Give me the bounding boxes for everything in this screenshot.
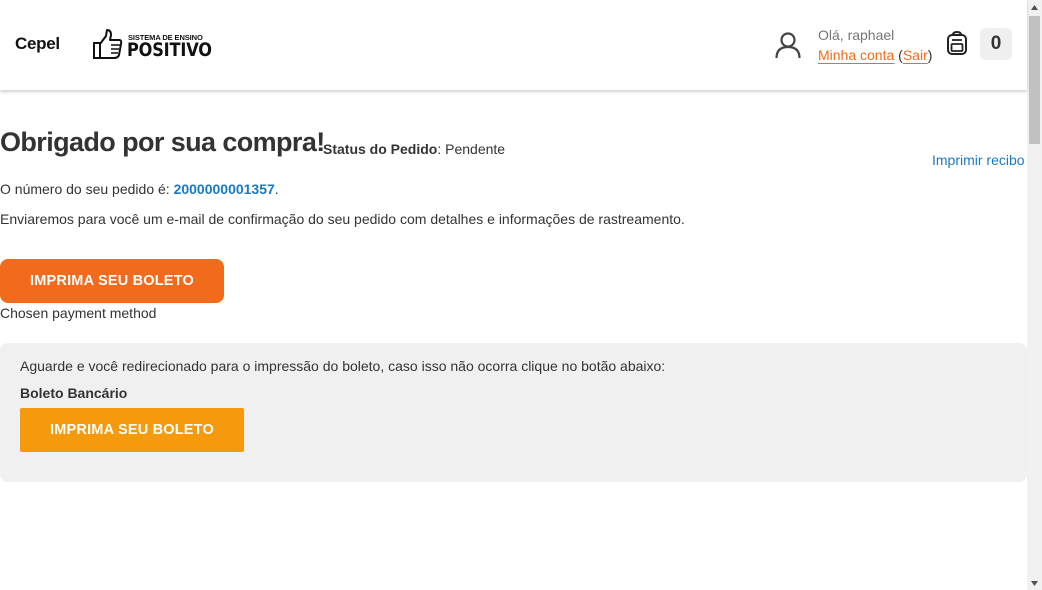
- order-number-text: O número do seu pedido é: 2000000001357.: [0, 181, 279, 197]
- positivo-logo[interactable]: SISTEMA DE ENSINO POSITIVO: [90, 28, 220, 62]
- boleto-panel: Aguarde e você redirecionado para o impr…: [0, 343, 1027, 482]
- page: Cepel SISTEMA DE ENSINO POSITIVO Olá, ra…: [0, 0, 1042, 590]
- order-number-link[interactable]: 2000000001357: [174, 181, 275, 197]
- user-greeting: Olá, raphael: [818, 27, 895, 43]
- print-boleto-secondary-button[interactable]: IMPRIMA SEU BOLETO: [20, 408, 244, 452]
- backpack-icon[interactable]: [946, 31, 968, 55]
- print-receipt-link[interactable]: Imprimir recibo: [932, 152, 1025, 168]
- store-name[interactable]: Cepel: [15, 34, 60, 54]
- print-boleto-button[interactable]: IMPRIMA SEU BOLETO: [0, 259, 224, 303]
- boleto-title: Boleto Bancário: [20, 385, 128, 401]
- my-account-link[interactable]: Minha conta: [818, 47, 894, 63]
- payment-method-label: Chosen payment method: [0, 305, 157, 321]
- user-icon[interactable]: [774, 31, 802, 59]
- scroll-down-arrow-icon[interactable]: [1027, 576, 1042, 590]
- cart-count-badge[interactable]: 0: [980, 28, 1012, 60]
- email-confirmation-note: Enviaremos para você um e-mail de confir…: [0, 211, 685, 227]
- vertical-scrollbar[interactable]: [1027, 0, 1042, 590]
- redirect-message: Aguarde e você redirecionado para o impr…: [20, 358, 666, 374]
- logo-wordmark: POSITIVO: [127, 39, 212, 61]
- scrollbar-thumb[interactable]: [1029, 16, 1040, 144]
- order-number-prefix: O número do seu pedido é:: [0, 181, 174, 197]
- page-title: Obrigado por sua compra!: [0, 127, 325, 157]
- site-header: Cepel SISTEMA DE ENSINO POSITIVO Olá, ra…: [0, 0, 1027, 90]
- account-links: Minha conta (Sair): [818, 47, 933, 63]
- order-status-value: Pendente: [445, 141, 506, 157]
- order-status-label: Status do Pedido: [323, 141, 438, 157]
- logout-link[interactable]: Sair: [903, 47, 928, 63]
- scroll-up-arrow-icon[interactable]: [1027, 0, 1042, 14]
- thumbs-up-icon: [93, 29, 123, 59]
- order-status: Status do Pedido: Pendente: [323, 141, 506, 157]
